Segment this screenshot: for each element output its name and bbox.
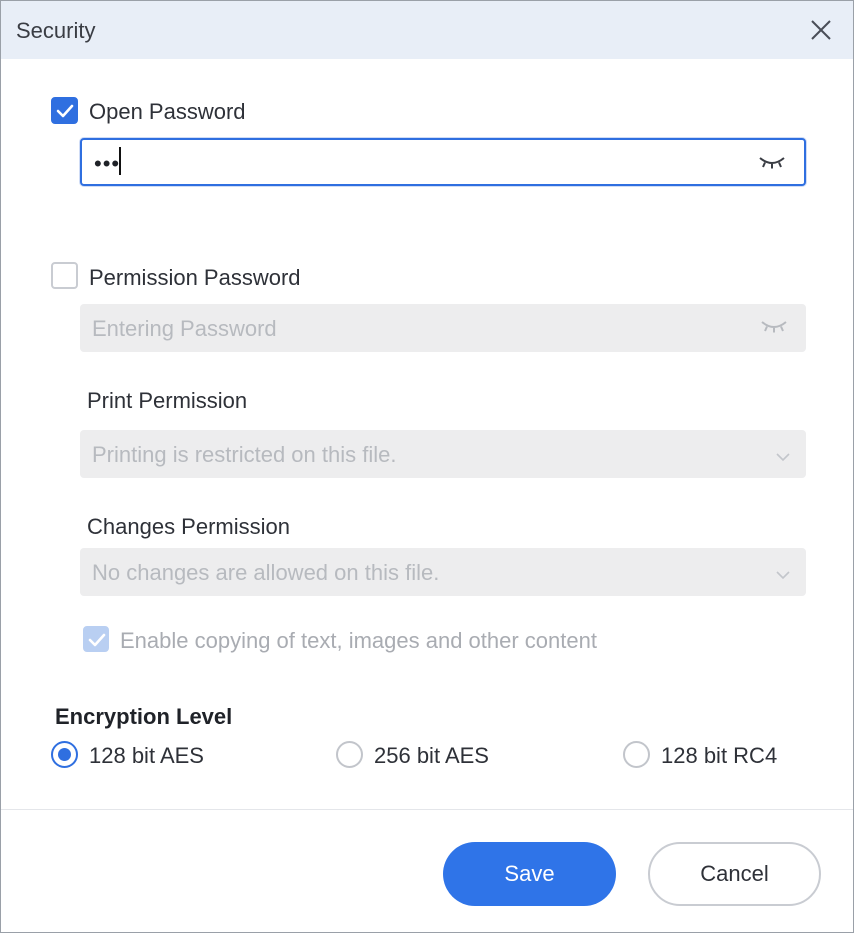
open-password-input[interactable]: •••: [80, 138, 806, 186]
radio-128-bit-aes-label: 128 bit AES: [89, 743, 204, 768]
text-caret: [119, 147, 121, 175]
footer-divider: [1, 809, 853, 810]
radio-128-bit-rc4-label: 128 bit RC4: [661, 743, 778, 768]
chevron-down-icon: [776, 567, 790, 585]
print-permission-value: Printing is restricted on this file.: [92, 442, 397, 467]
permission-password-placeholder: Entering Password: [92, 316, 277, 341]
eye-closed-icon: [760, 318, 788, 339]
radio-256-bit-aes[interactable]: [336, 741, 363, 768]
dialog-title: Security: [16, 18, 96, 43]
permission-password-checkbox[interactable]: [51, 262, 78, 289]
radio-256-bit-aes-label: 256 bit AES: [374, 743, 489, 768]
changes-permission-value: No changes are allowed on this file.: [92, 560, 440, 585]
print-permission-label: Print Permission: [87, 388, 248, 413]
close-icon[interactable]: [807, 16, 835, 44]
security-dialog: Security Open Password ••• Permission Pa…: [0, 0, 854, 933]
changes-permission-select: No changes are allowed on this file.: [80, 548, 806, 596]
open-password-value: •••: [94, 151, 121, 176]
chevron-down-icon: [776, 449, 790, 467]
changes-permission-label: Changes Permission: [87, 514, 290, 539]
radio-128-bit-rc4[interactable]: [623, 741, 650, 768]
open-password-label: Open Password: [89, 99, 246, 124]
check-icon: [88, 633, 106, 647]
enable-copying-label: Enable copying of text, images and other…: [120, 628, 597, 653]
permission-password-label: Permission Password: [89, 265, 301, 290]
eye-closed-icon[interactable]: [758, 154, 786, 175]
save-button[interactable]: Save: [443, 842, 616, 906]
radio-128-bit-aes[interactable]: [51, 741, 78, 768]
cancel-button[interactable]: Cancel: [648, 842, 821, 906]
print-permission-select: Printing is restricted on this file.: [80, 430, 806, 478]
title-bar: Security: [1, 1, 853, 59]
permission-password-input: Entering Password: [80, 304, 806, 352]
encryption-level-label: Encryption Level: [55, 704, 233, 729]
check-icon: [56, 104, 74, 118]
open-password-checkbox[interactable]: [51, 97, 78, 124]
enable-copying-checkbox: [83, 626, 109, 652]
